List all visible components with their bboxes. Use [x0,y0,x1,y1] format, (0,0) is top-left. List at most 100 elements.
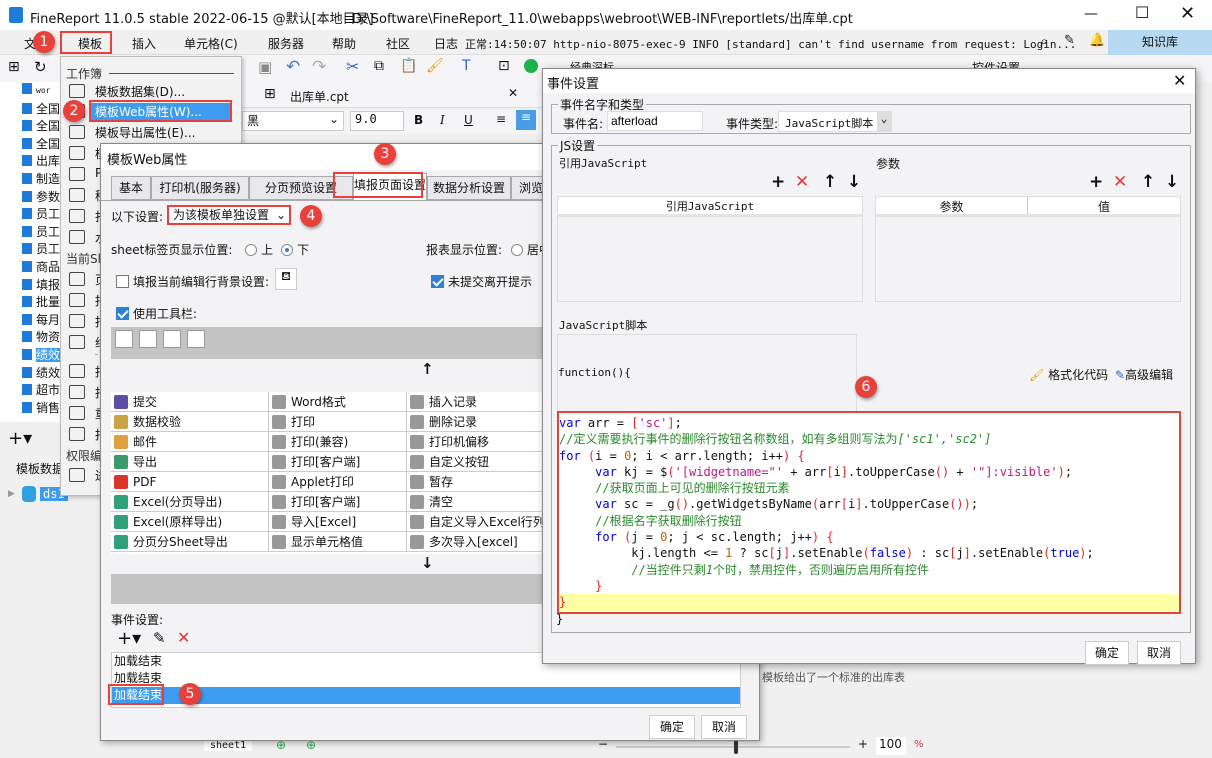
tab-4[interactable]: 数据分析设置 [427,176,511,200]
tree-item[interactable]: 每月 [22,311,60,329]
tree-item[interactable]: 员工 [22,240,60,258]
tree-item[interactable]: 销售 [22,399,60,417]
add-icon[interactable]: + [771,172,785,192]
tree-item[interactable]: wor [22,82,50,100]
event-type-select[interactable]: JavaScript脚本 ⌄ [778,111,892,132]
refresh-icon[interactable]: ↻ [34,58,47,76]
tab-0[interactable]: 基本 [111,176,151,200]
font-select[interactable]: 黑 ⌄ [242,111,344,131]
zoom-value[interactable]: 100 [876,737,906,755]
cancel-button[interactable]: 取消 [1137,641,1181,665]
delete-event-icon[interactable]: ✕ [177,628,190,647]
redo-icon[interactable]: ↷ [312,57,326,77]
menu-cell[interactable]: 单元格(C) [184,35,238,52]
event-name-input[interactable] [607,111,703,131]
arrow-down-icon[interactable]: ↓ [847,172,861,192]
tree-item[interactable]: 填报 [22,276,60,294]
tree-item[interactable]: 员工 [22,223,60,241]
tree-item[interactable]: 全国 [22,100,60,118]
italic-icon[interactable]: I [440,113,445,127]
toolbar-button-option[interactable]: 导出 [111,452,269,472]
new-folder-icon[interactable]: ⊞ [8,59,20,75]
tree-item[interactable]: 超市 [22,381,60,399]
sheet-tab[interactable]: sheet1 [204,740,253,751]
menu-item[interactable]: 模板导出属性(E)... [95,124,195,141]
tree-item[interactable]: 全国 [22,117,60,135]
delete-icon[interactable]: ✕ [795,172,809,192]
advanced-edit-button[interactable]: ✎高级编辑 [1115,366,1173,383]
tab-1[interactable]: 打印机(服务器) [151,176,249,200]
zoom-in-icon[interactable]: + [858,737,868,751]
tree-item[interactable]: 出库 [22,152,60,170]
cut-icon[interactable]: ✂ [346,57,359,76]
add-event-icon[interactable]: +▾ [117,628,141,649]
menu-log[interactable]: 日志 [434,35,458,52]
tree-item[interactable]: 参数 [22,188,60,206]
preview-icon[interactable]: ⊡ [498,58,510,74]
close-tab-icon[interactable]: ✕ [508,86,518,100]
toolbar-button-option[interactable]: 打印 [269,412,407,432]
tree-item[interactable]: 绩效 [22,364,60,382]
minimize-button[interactable]: — [1084,6,1098,22]
check-icon[interactable] [524,59,538,73]
export-icon[interactable] [187,330,205,348]
save-icon[interactable]: ▣ [258,58,272,76]
settings-select[interactable]: 为该模板单独设置 ⌄ [167,205,291,225]
template-tab[interactable]: 出库单.cpt [290,88,349,105]
paint-bucket-icon[interactable]: ⛾ [275,268,297,290]
text-search-icon[interactable]: T [462,58,471,74]
toolbar-button-option[interactable]: 分页分Sheet导出 [111,532,269,552]
toolbar-button-option[interactable]: 数据校验 [111,412,269,432]
toolbar-button-option[interactable]: 打印[客户端] [269,452,407,472]
zoom-slider[interactable] [616,740,850,754]
add-dataset-icon[interactable]: +▾ [8,428,32,449]
leave-prompt-checkbox[interactable]: 未提交离开提示 [431,273,532,290]
use-toolbar-checkbox[interactable]: 使用工具栏: [116,305,197,322]
arrow-up-icon[interactable]: ↑ [823,172,837,192]
menu-community[interactable]: 社区 [386,35,410,52]
menu-help[interactable]: 帮助 [332,35,356,52]
undo-icon[interactable]: ↶ [286,57,300,77]
notes-icon[interactable]: ✎ [1064,33,1075,48]
tree-item[interactable]: 员工 [22,205,60,223]
delete-icon[interactable]: ✕ [1113,172,1127,192]
code-editor[interactable]: var arr = ['sc'];//定义需要执行事件的删除行按钮名称数组，如有… [557,411,1181,614]
toolbar-button-option[interactable]: 邮件 [111,432,269,452]
cancel-button[interactable]: 取消 [701,715,747,739]
toolbar-button-option[interactable]: PDF [111,472,269,492]
format-painter-icon[interactable]: 🖌 [426,58,444,74]
arrow-up-icon[interactable]: ↑ [1141,172,1155,192]
toolbar-button-option[interactable]: 导入[Excel] [269,512,407,532]
toolbar-button-option[interactable]: 显示单元格值 [269,532,407,552]
zoom-slider-handle[interactable] [734,740,738,754]
tree-item[interactable]: 制造 [22,170,60,188]
print-icon[interactable] [163,330,181,348]
expand-icon[interactable]: ▶ [8,489,15,499]
toolbar-button-option[interactable]: Applet打印 [269,472,407,492]
tree-item[interactable]: 商品 [22,258,60,276]
ok-button[interactable]: 确定 [1085,641,1129,665]
paste-icon[interactable]: 📋 [400,58,417,74]
knowledge-base-button[interactable]: 知识库 [1108,30,1212,55]
menu-item[interactable]: 模板数据集(D)... [95,83,185,100]
search-icon[interactable]: ⌕ [1040,32,1048,50]
copy-icon[interactable]: ⧉ [374,58,384,74]
toolbar-button-option[interactable]: 提交 [111,392,269,412]
move-down-icon[interactable]: ↓ [421,554,434,572]
event-list-item[interactable]: 加载结束 [112,687,740,704]
move-up-icon[interactable]: ↑ [421,360,434,378]
tree-item[interactable]: 全国 [22,135,60,153]
row-bg-checkbox[interactable]: 填报当前编辑行背景设置: [116,273,269,290]
sheet-position-bottom[interactable]: 下 [277,241,309,258]
toolbar-button-option[interactable]: Excel(原样导出) [111,512,269,532]
tree-item[interactable]: 物资 [22,328,60,346]
toolbar-button-option[interactable]: 打印(兼容) [269,432,407,452]
font-size-select[interactable]: 9.0 [350,111,404,131]
format-code-button[interactable]: 🖌 格式化代码 [1029,366,1108,383]
verify-icon[interactable] [139,330,157,348]
menu-insert[interactable]: 插入 [132,35,156,52]
close-icon[interactable]: ✕ [1173,71,1186,90]
close-button[interactable]: ✕ [1180,3,1195,24]
save-icon[interactable] [115,330,133,348]
tree-item[interactable]: 绩效 [22,346,61,364]
